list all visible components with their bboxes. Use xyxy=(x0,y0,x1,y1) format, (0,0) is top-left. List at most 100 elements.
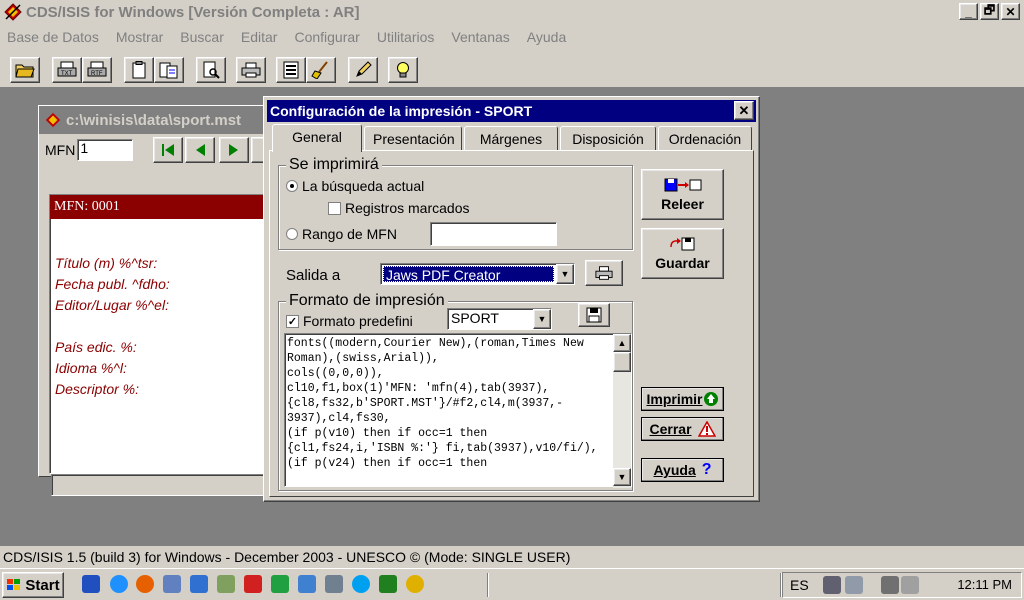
chrome-icon[interactable] xyxy=(406,575,424,593)
format-scrollbar[interactable]: ▲ ▼ xyxy=(613,334,631,488)
save-format-button[interactable] xyxy=(578,303,610,327)
scroll-down-icon[interactable]: ▼ xyxy=(613,468,631,486)
restore-button[interactable]: 🗗 xyxy=(980,3,999,20)
mfn-input[interactable]: 1 xyxy=(77,139,134,161)
menu-utilitarios[interactable]: Utilitarios xyxy=(377,29,435,45)
previous-record-icon[interactable] xyxy=(185,137,215,163)
output-select[interactable]: Jaws PDF Creator ▼ xyxy=(380,263,575,285)
print-txt-icon[interactable]: TXT xyxy=(52,57,82,83)
option-predefined-format-label: Formato predefini xyxy=(303,313,413,329)
app-icon[interactable] xyxy=(298,575,316,593)
tab-ordenacion[interactable]: Ordenación xyxy=(658,126,752,151)
pdf-icon[interactable] xyxy=(244,575,262,593)
usb-icon[interactable] xyxy=(845,576,863,594)
option-current-search[interactable]: La búsqueda actual xyxy=(286,178,424,194)
close-app-button[interactable]: ✕ xyxy=(1001,3,1020,20)
first-record-icon[interactable] xyxy=(153,137,183,163)
tab-margenes[interactable]: Márgenes xyxy=(464,126,558,151)
menu-configurar[interactable]: Configurar xyxy=(294,29,359,45)
mfn-label: MFN xyxy=(45,142,76,158)
database-window-body: MFN 1 MFN: 0001 Título (m) %^tsr: Fecha … xyxy=(39,134,271,496)
taskbar: Start ES 12:11 PM xyxy=(0,568,1024,600)
menu-editar[interactable]: Editar xyxy=(241,29,278,45)
record-field: Idioma %^l: xyxy=(55,360,127,376)
scroll-up-icon[interactable]: ▲ xyxy=(613,334,631,352)
menu-ventanas[interactable]: Ventanas xyxy=(451,29,509,45)
network-status-icon[interactable] xyxy=(823,576,841,594)
menu-base-de-datos[interactable]: Base de Datos xyxy=(7,29,99,45)
record-header: MFN: 0001 xyxy=(50,195,268,219)
record-status-bar xyxy=(51,474,271,496)
tab-general[interactable]: General xyxy=(272,124,362,152)
reload-button[interactable]: Releer xyxy=(641,169,724,220)
next-record-icon[interactable] xyxy=(219,137,249,163)
format-select-value: SPORT xyxy=(451,310,499,326)
skype-icon[interactable] xyxy=(352,575,370,593)
close-button[interactable]: Cerrar xyxy=(641,417,724,441)
start-button[interactable]: Start xyxy=(2,572,64,598)
clock[interactable]: 12:11 PM xyxy=(957,577,1012,592)
reload-button-label: Releer xyxy=(661,195,704,212)
menu-buscar[interactable]: Buscar xyxy=(180,29,224,45)
app-icon[interactable] xyxy=(325,575,343,593)
close-button-label: Cerrar xyxy=(649,421,692,437)
printer-icon[interactable] xyxy=(236,57,266,83)
status-bar: CDS/ISIS 1.5 (build 3) for Windows - Dec… xyxy=(0,545,1024,568)
print-preview-icon[interactable] xyxy=(196,57,226,83)
tool-icon[interactable] xyxy=(217,575,235,593)
record-field: Descriptor %: xyxy=(55,381,140,397)
form-icon[interactable] xyxy=(276,57,306,83)
database-window-title-bar: c:\winisis\data\sport.mst xyxy=(39,106,269,134)
printer-setup-button[interactable] xyxy=(585,260,623,286)
print-button[interactable]: Imprimir xyxy=(641,387,724,411)
chevron-down-icon[interactable]: ▼ xyxy=(533,309,551,329)
clipboard-icon[interactable] xyxy=(124,57,154,83)
app-icon xyxy=(4,3,22,21)
tab-disposicion[interactable]: Disposición xyxy=(560,126,656,151)
show-desktop-icon[interactable] xyxy=(82,575,100,593)
chevron-down-icon[interactable]: ▼ xyxy=(556,264,574,284)
start-label: Start xyxy=(25,576,60,594)
radio-mfn-range[interactable] xyxy=(286,228,298,240)
record-field: Editor/Lugar %^el: xyxy=(55,297,169,313)
tree-icon[interactable] xyxy=(379,575,397,593)
minimize-button[interactable]: _ xyxy=(959,3,978,20)
network-icon[interactable] xyxy=(163,575,181,593)
help-button-label: Ayuda xyxy=(653,462,696,478)
printer-icon xyxy=(595,266,613,280)
mfn-range-input[interactable] xyxy=(430,222,557,246)
paste-icon[interactable] xyxy=(154,57,184,83)
menu-mostrar[interactable]: Mostrar xyxy=(116,29,163,45)
output-select-value: Jaws PDF Creator xyxy=(383,266,554,282)
media-player-icon[interactable] xyxy=(190,575,208,593)
record-field: Título (m) %^tsr: xyxy=(55,255,158,271)
open-folder-icon[interactable] xyxy=(10,57,40,83)
help-button[interactable]: Ayuda ? xyxy=(641,458,724,482)
dialog-close-icon[interactable]: ✕ xyxy=(734,101,754,120)
battery-icon[interactable] xyxy=(881,576,899,594)
format-text[interactable]: fonts((modern,Courier New),(roman,Times … xyxy=(287,336,607,484)
format-select[interactable]: SPORT ▼ xyxy=(447,308,552,330)
option-marked-records[interactable]: Registros marcados xyxy=(328,200,470,216)
menu-ayuda[interactable]: Ayuda xyxy=(527,29,566,45)
lightbulb-icon[interactable] xyxy=(388,57,418,83)
format-editor[interactable]: fonts((modern,Courier New),(roman,Times … xyxy=(284,333,632,488)
menu-bar: Base de Datos Mostrar Buscar Editar Conf… xyxy=(0,24,1024,50)
volume-icon[interactable] xyxy=(901,576,919,594)
firefox-icon[interactable] xyxy=(136,575,154,593)
scroll-thumb[interactable] xyxy=(613,352,631,372)
tab-presentacion[interactable]: Presentación xyxy=(364,126,462,151)
pencil-icon[interactable] xyxy=(348,57,378,83)
go-arrow-icon xyxy=(703,392,718,406)
option-mfn-range[interactable]: Rango de MFN xyxy=(286,226,397,242)
checkbox-marked-records[interactable] xyxy=(328,201,341,215)
svg-text:TXT: TXT xyxy=(61,71,73,77)
internet-explorer-icon[interactable] xyxy=(110,575,128,593)
print-rtf-icon[interactable]: RTF xyxy=(82,57,112,83)
app-icon[interactable] xyxy=(271,575,289,593)
option-predefined-format[interactable]: ✓ Formato predefini xyxy=(286,313,413,329)
save-button[interactable]: Guardar xyxy=(641,228,724,279)
radio-current-search[interactable] xyxy=(286,180,298,192)
broom-icon[interactable] xyxy=(306,57,336,83)
checkbox-predefined-format[interactable]: ✓ xyxy=(286,314,299,328)
